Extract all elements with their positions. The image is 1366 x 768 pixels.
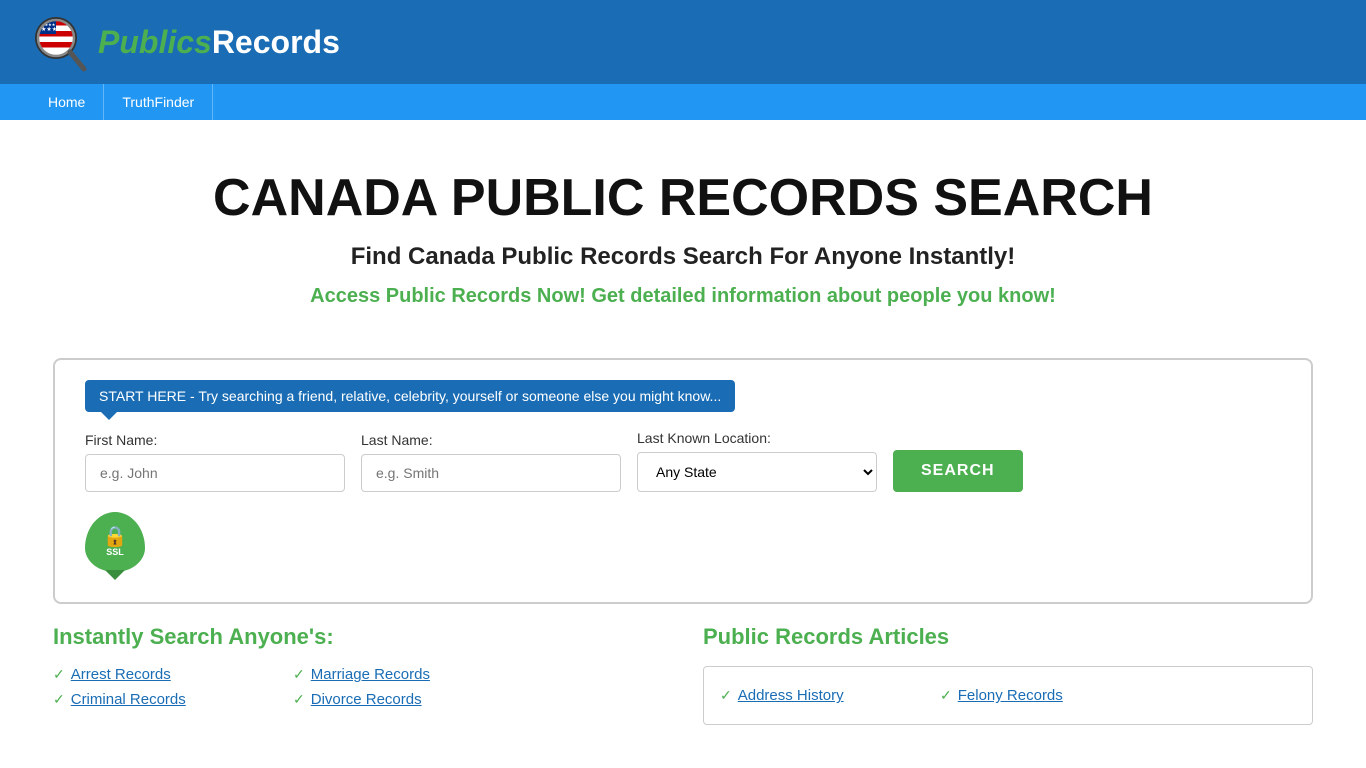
article-address-history: ✓ Address History	[720, 687, 900, 704]
last-name-label: Last Name:	[361, 432, 621, 448]
last-name-group: Last Name:	[361, 432, 621, 492]
records-section: Instantly Search Anyone's: ✓ Arrest Reco…	[53, 624, 663, 725]
divorce-records-link[interactable]: Divorce Records	[311, 691, 422, 708]
articles-list: ✓ Address History ✓ Felony Records	[720, 683, 1296, 708]
felony-records-link[interactable]: Felony Records	[958, 687, 1063, 704]
nav-home[interactable]: Home	[30, 84, 104, 120]
arrest-records-link[interactable]: Arrest Records	[71, 666, 171, 683]
site-header: ★★★ ★★★★ PublicsRecords	[0, 0, 1366, 84]
logo-publics-text: Publics	[98, 24, 212, 60]
main-content: CANADA PUBLIC RECORDS SEARCH Find Canada…	[33, 120, 1333, 755]
lock-icon: 🔒	[103, 527, 128, 547]
marriage-records-link[interactable]: Marriage Records	[311, 666, 430, 683]
criminal-records-link[interactable]: Criminal Records	[71, 691, 186, 708]
list-item-arrest: ✓ Arrest Records	[53, 666, 253, 683]
main-nav: Home TruthFinder	[0, 84, 1366, 120]
articles-section: Public Records Articles ✓ Address Histor…	[703, 624, 1313, 725]
bottom-section: Instantly Search Anyone's: ✓ Arrest Reco…	[53, 624, 1313, 725]
first-name-label: First Name:	[85, 432, 345, 448]
article-felony-records: ✓ Felony Records	[940, 687, 1120, 704]
ssl-text: SSL	[106, 547, 124, 557]
location-label: Last Known Location:	[637, 430, 877, 446]
search-fields: First Name: Last Name: Last Known Locati…	[85, 430, 1281, 492]
first-name-group: First Name:	[85, 432, 345, 492]
first-name-input[interactable]	[85, 454, 345, 492]
check-icon: ✓	[720, 687, 732, 704]
logo-icon: ★★★ ★★★★	[30, 12, 90, 72]
hero-section: CANADA PUBLIC RECORDS SEARCH Find Canada…	[53, 150, 1313, 338]
search-button[interactable]: SEARCH	[893, 450, 1023, 492]
last-name-input[interactable]	[361, 454, 621, 492]
location-select[interactable]: Any StateAlabamaAlaskaArizonaArkansasCal…	[637, 452, 877, 492]
svg-text:★★★: ★★★	[41, 26, 57, 33]
records-section-title: Instantly Search Anyone's:	[53, 624, 663, 650]
list-item-criminal: ✓ Criminal Records	[53, 691, 253, 708]
page-title: CANADA PUBLIC RECORDS SEARCH	[53, 170, 1313, 227]
address-history-link[interactable]: Address History	[738, 687, 844, 704]
check-icon: ✓	[53, 691, 65, 708]
check-icon: ✓	[53, 666, 65, 683]
ssl-badge: 🔒 SSL	[85, 512, 145, 572]
articles-section-title: Public Records Articles	[703, 624, 1313, 650]
list-item-marriage: ✓ Marriage Records	[293, 666, 493, 683]
records-list: ✓ Arrest Records ✓ Marriage Records	[53, 666, 663, 683]
check-icon: ✓	[293, 691, 305, 708]
search-tooltip: START HERE - Try searching a friend, rel…	[85, 380, 735, 412]
search-box: START HERE - Try searching a friend, rel…	[53, 358, 1313, 604]
logo-text: PublicsRecords	[98, 24, 340, 61]
records-list-row2: ✓ Criminal Records ✓ Divorce Records	[53, 691, 663, 708]
logo[interactable]: ★★★ ★★★★ PublicsRecords	[30, 12, 340, 72]
hero-cta: Access Public Records Now! Get detailed …	[53, 285, 1313, 308]
nav-truthfinder[interactable]: TruthFinder	[104, 84, 213, 120]
location-group: Last Known Location: Any StateAlabamaAla…	[637, 430, 877, 492]
check-icon: ✓	[293, 666, 305, 683]
check-icon: ✓	[940, 687, 952, 704]
logo-records-text: Records	[212, 24, 340, 60]
hero-subtitle: Find Canada Public Records Search For An…	[53, 243, 1313, 271]
list-item-divorce: ✓ Divorce Records	[293, 691, 493, 708]
articles-box: ✓ Address History ✓ Felony Records	[703, 666, 1313, 725]
